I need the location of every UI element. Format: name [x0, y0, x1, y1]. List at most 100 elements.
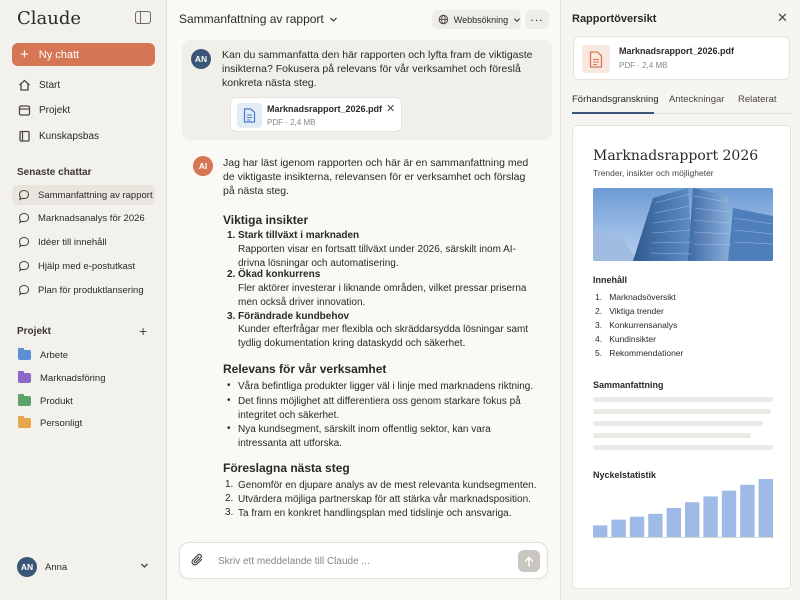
- toc-item: 2. Viktiga trender: [595, 306, 664, 316]
- chat-bubble-icon: [18, 284, 30, 296]
- tab-notes[interactable]: Anteckningar: [669, 94, 724, 105]
- list-number: 3.: [225, 507, 234, 518]
- message-composer: [179, 542, 548, 579]
- globe-icon: [438, 14, 449, 25]
- list-number: 2.: [227, 269, 236, 280]
- assistant-intro: Jag har läst igenom rapporten och här är…: [223, 157, 529, 197]
- nav-item-projekt[interactable]: Projekt: [12, 100, 155, 120]
- list-item: Ta fram en konkret handlingsplan med tid…: [238, 508, 512, 519]
- folder-icon: [18, 371, 31, 383]
- chat-item[interactable]: Sammanfattning av rapport: [12, 185, 155, 205]
- new-chat-label: Ny chatt: [38, 48, 80, 61]
- stats-chart: [593, 479, 773, 538]
- insight-title: Stark tillväxt i marknaden: [238, 230, 360, 241]
- text-placeholder-line: [593, 409, 771, 414]
- tab-related[interactable]: Relaterat: [738, 94, 777, 105]
- chart-bar: [648, 513, 663, 537]
- text-placeholder-line: [593, 397, 773, 402]
- chart-bar: [666, 508, 681, 537]
- nav-item-start[interactable]: Start: [12, 75, 155, 95]
- sidebar: Claude + Ny chatt Start Projekt Kunskaps…: [0, 0, 167, 600]
- list-number: 1.: [227, 230, 236, 241]
- add-project-icon[interactable]: +: [139, 324, 147, 338]
- relevance-heading: Relevans för vår verksamhet: [223, 362, 387, 376]
- text-placeholder-line: [593, 433, 751, 438]
- nav-item-kunskapsbas[interactable]: Kunskapsbas: [12, 126, 155, 146]
- sidebar-toggle-icon[interactable]: [135, 11, 151, 24]
- steps-heading: Föreslagna nästa steg: [223, 461, 350, 475]
- project-item[interactable]: Personligt: [12, 413, 155, 433]
- summary-heading: Sammanfattning: [593, 380, 664, 390]
- project-label: Arbete: [40, 349, 68, 361]
- chat-item-label: Sammanfattning av rapport: [38, 189, 153, 201]
- chevron-down-icon: [141, 563, 148, 568]
- message-input[interactable]: [218, 553, 508, 569]
- document-icon: [237, 103, 262, 128]
- more-options-icon[interactable]: ...: [525, 10, 549, 29]
- new-chat-button[interactable]: + Ny chatt: [12, 43, 155, 66]
- chart-bar: [685, 502, 700, 537]
- chart-bar: [629, 516, 645, 537]
- web-search-label: Webbsökning: [453, 14, 509, 25]
- list-item: Våra befintliga produkter ligger väl i l…: [238, 381, 534, 392]
- list-number: 2.: [225, 493, 234, 504]
- nav-item-label: Start: [39, 79, 61, 91]
- project-item[interactable]: Arbete: [12, 345, 155, 365]
- arrow-up-icon: [524, 555, 534, 567]
- nav-item-label: Projekt: [39, 104, 71, 116]
- chart-bar: [611, 519, 626, 537]
- attachment-meta: PDF · 2,4 MB: [267, 118, 316, 127]
- project-label: Personligt: [40, 417, 83, 429]
- tab-preview[interactable]: Förhandsgranskning: [572, 94, 659, 105]
- page-title: Sammanfattning av rapport: [179, 12, 324, 26]
- close-icon[interactable]: ✕: [386, 102, 395, 115]
- chat-item[interactable]: Plan för produktlansering: [12, 280, 155, 300]
- insight-body: Fler aktörer investerar i liknande områd…: [238, 283, 527, 308]
- list-item: Genomför en djupare analys av de mest re…: [238, 480, 537, 491]
- list-item: Det finns möjlighet att differentiera os…: [238, 396, 521, 421]
- book-icon: [19, 130, 30, 142]
- active-tab-indicator: [572, 112, 654, 114]
- project-item[interactable]: Marknadsföring: [12, 368, 155, 388]
- close-icon[interactable]: ✕: [777, 10, 788, 26]
- folder-icon: [18, 348, 31, 360]
- folder-icon: [18, 105, 31, 116]
- preview-subtitle: Trender, insikter och möjligheter: [593, 168, 714, 178]
- chat-item[interactable]: Hjälp med e-postutkast: [12, 256, 155, 276]
- attachment-name: Marknadsrapport_2026.pdf: [267, 104, 383, 114]
- chat-item[interactable]: Marknadsanalys för 2026: [12, 208, 155, 228]
- chevron-down-icon: [329, 17, 337, 22]
- chart-bar: [758, 479, 773, 537]
- pdf-icon: [582, 45, 610, 73]
- paperclip-icon[interactable]: [191, 553, 205, 568]
- chat-item-label: Plan för produktlansering: [38, 284, 144, 296]
- app-logo[interactable]: Claude: [17, 8, 81, 29]
- bullet: •: [227, 395, 231, 406]
- chat-bubble-icon: [18, 189, 30, 201]
- project-item[interactable]: Produkt: [12, 391, 155, 411]
- insight-title: Ökad konkurrens: [238, 269, 321, 280]
- toc-item: 4. Kundinsikter: [595, 334, 656, 344]
- toc-item: 5. Rekommendationer: [595, 348, 684, 358]
- attachment-card[interactable]: Marknadsrapport_2026.pdf PDF · 2,4 MB ✕: [230, 97, 402, 132]
- list-number: 1.: [225, 479, 234, 490]
- insight-body: Kunder efterfrågar mer flexibla och skrä…: [238, 324, 529, 349]
- chart-bar: [703, 496, 718, 537]
- chat-item-label: Idéer till innehåll: [38, 236, 107, 248]
- bullet: •: [227, 423, 231, 434]
- chat-item[interactable]: Idéer till innehåll: [12, 232, 155, 252]
- user-message: AN Kan du sammanfatta den här rapporten …: [182, 40, 552, 140]
- file-card[interactable]: Marknadsrapport_2026.pdf PDF · 2,4 MB: [573, 36, 790, 80]
- insights-heading: Viktiga insikter: [223, 213, 309, 227]
- panel-tabs: Förhandsgranskning Anteckningar Relatera…: [572, 92, 792, 114]
- user-menu[interactable]: AN Anna: [12, 555, 155, 579]
- web-search-button[interactable]: Webbsökning: [432, 10, 521, 29]
- avatar: AN: [17, 557, 37, 577]
- panel-title: Rapportöversikt: [572, 13, 657, 25]
- report-panel: Rapportöversikt ✕ Marknadsrapport_2026.p…: [560, 0, 800, 600]
- chart-bar: [740, 484, 755, 537]
- send-button[interactable]: [518, 550, 540, 572]
- document-preview[interactable]: Marknadsrapport 2026 Trender, insikter o…: [572, 125, 791, 589]
- chat-bubble-icon: [18, 236, 30, 248]
- chat-title-dropdown[interactable]: Sammanfattning av rapport: [179, 12, 338, 26]
